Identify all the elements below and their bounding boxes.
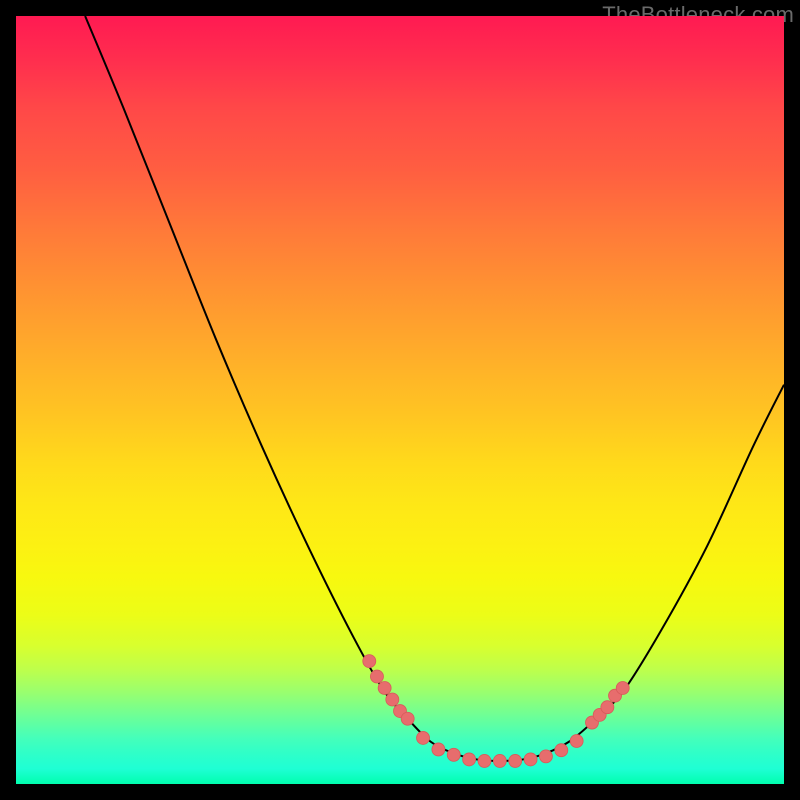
curve-point <box>378 682 391 695</box>
curve-point <box>616 682 629 695</box>
curve-point <box>463 753 476 766</box>
curve-point <box>363 655 376 668</box>
curve-point <box>493 754 506 767</box>
curve-point <box>432 743 445 756</box>
bottleneck-curve <box>85 16 784 761</box>
curve-point <box>555 744 568 757</box>
curve-point <box>417 731 430 744</box>
curve-point <box>447 748 460 761</box>
curve-point <box>601 701 614 714</box>
curve-point <box>401 712 414 725</box>
curve-points <box>363 655 629 768</box>
chart-container: TheBottleneck.com <box>0 0 800 800</box>
curve-point <box>509 754 522 767</box>
curve-point <box>478 754 491 767</box>
plot-area <box>16 16 784 784</box>
curve-layer <box>16 16 784 784</box>
curve-point <box>524 753 537 766</box>
curve-point <box>570 734 583 747</box>
curve-point <box>386 693 399 706</box>
curve-point <box>539 750 552 763</box>
curve-point <box>370 670 383 683</box>
